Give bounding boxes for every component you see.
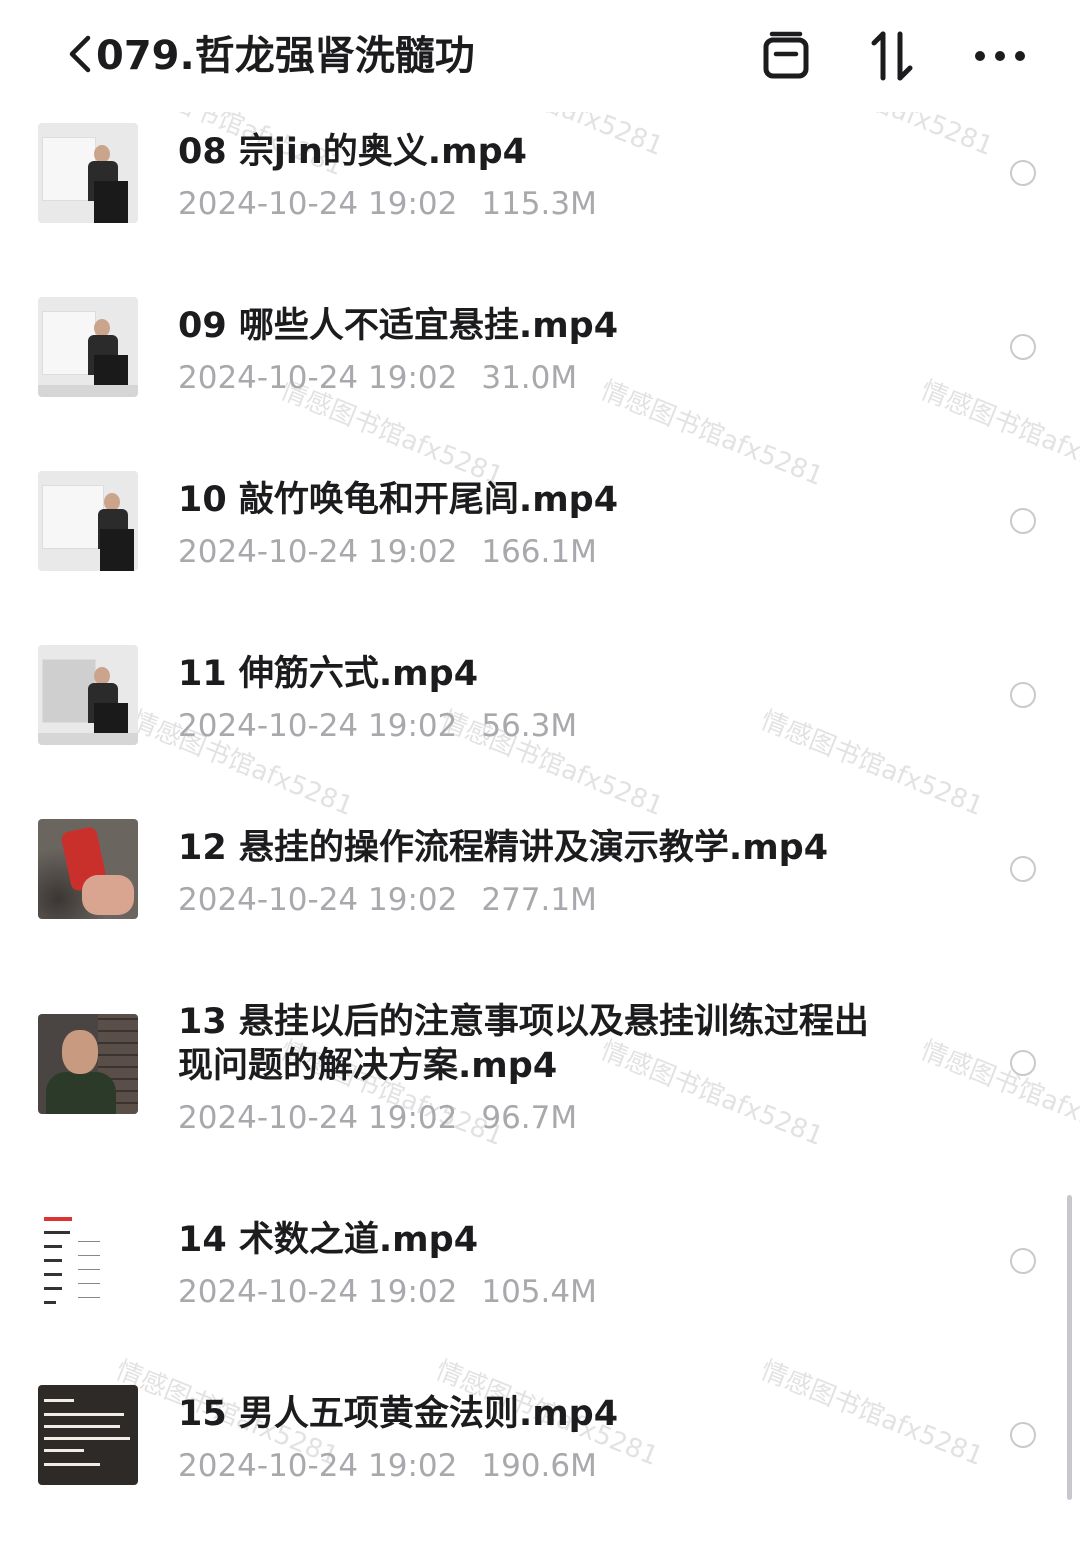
page-title: 079.哲龙强肾洗髓功 xyxy=(96,33,475,79)
list-item[interactable]: 08 宗jin的奥义.mp4 2024-10-24 19:02 115.3M xyxy=(0,112,1080,286)
more-dots-icon[interactable] xyxy=(970,26,1030,86)
video-thumbnail xyxy=(38,1014,138,1114)
file-size: 31.0M xyxy=(481,360,578,396)
video-thumbnail xyxy=(38,819,138,919)
select-radio[interactable] xyxy=(1010,682,1036,708)
file-size: 190.6M xyxy=(481,1448,597,1484)
file-meta: 2024-10-24 19:02 56.3M xyxy=(178,706,577,746)
select-radio[interactable] xyxy=(1010,1248,1036,1274)
file-name: 14 术数之道.mp4 xyxy=(178,1220,479,1260)
file-size: 105.4M xyxy=(481,1274,597,1310)
file-meta: 2024-10-24 19:02 115.3M xyxy=(178,184,597,224)
file-date: 2024-10-24 19:02 xyxy=(178,1448,458,1484)
file-meta: 2024-10-24 19:02 31.0M xyxy=(178,358,577,398)
file-date: 2024-10-24 19:02 xyxy=(178,186,458,222)
select-radio[interactable] xyxy=(1010,1422,1036,1448)
file-name: 13 悬挂以后的注意事项以及悬挂训练过程出现问题的解决方案.mp4 xyxy=(178,1002,869,1086)
list-item[interactable]: 12 悬挂的操作流程精讲及演示教学.mp4 2024-10-24 19:02 27… xyxy=(0,808,1080,982)
file-size: 277.1M xyxy=(481,882,597,918)
list-item[interactable]: 10 敲竹唤龟和开尾闾.mp4 2024-10-24 19:02 166.1M xyxy=(0,460,1080,634)
select-radio[interactable] xyxy=(1010,1050,1036,1076)
file-size: 115.3M xyxy=(481,186,597,222)
list-item[interactable]: 13 悬挂以后的注意事项以及悬挂训练过程出现问题的解决方案.mp4 2024-1… xyxy=(0,982,1080,1200)
file-date: 2024-10-24 19:02 xyxy=(178,882,458,918)
list-item[interactable]: 09 哪些人不适宜悬挂.mp4 2024-10-24 19:02 31.0M xyxy=(0,286,1080,460)
file-meta: 2024-10-24 19:02 190.6M xyxy=(178,1446,597,1486)
scrollbar[interactable] xyxy=(1067,1195,1072,1500)
video-thumbnail xyxy=(38,1385,138,1485)
file-date: 2024-10-24 19:02 xyxy=(178,360,458,396)
file-size: 96.7M xyxy=(481,1100,578,1136)
file-name: 09 哪些人不适宜悬挂.mp4 xyxy=(178,306,619,346)
list-item[interactable]: 11 伸筋六式.mp4 2024-10-24 19:02 56.3M xyxy=(0,634,1080,808)
file-date: 2024-10-24 19:02 xyxy=(178,708,458,744)
file-name: 08 宗jin的奥义.mp4 xyxy=(178,132,527,172)
select-radio[interactable] xyxy=(1010,856,1036,882)
video-thumbnail xyxy=(38,471,138,571)
file-name: 12 悬挂的操作流程精讲及演示教学.mp4 xyxy=(178,828,829,868)
file-size: 166.1M xyxy=(481,534,597,570)
select-radio[interactable] xyxy=(1010,508,1036,534)
list-item[interactable]: 14 术数之道.mp4 2024-10-24 19:02 105.4M xyxy=(0,1200,1080,1374)
video-thumbnail xyxy=(38,645,138,745)
file-date: 2024-10-24 19:02 xyxy=(178,1274,458,1310)
file-date: 2024-10-24 19:02 xyxy=(178,1100,458,1136)
file-meta: 2024-10-24 19:02 96.7M xyxy=(178,1098,577,1138)
file-meta: 2024-10-24 19:02 277.1M xyxy=(178,880,597,920)
select-box-icon[interactable] xyxy=(756,26,816,86)
file-name: 15 男人五项黄金法则.mp4 xyxy=(178,1394,619,1434)
select-radio[interactable] xyxy=(1010,334,1036,360)
sort-arrows-icon[interactable] xyxy=(862,26,922,86)
file-date: 2024-10-24 19:02 xyxy=(178,534,458,570)
file-name: 11 伸筋六式.mp4 xyxy=(178,654,479,694)
header-bar: 079.哲龙强肾洗髓功 xyxy=(0,0,1080,112)
video-thumbnail xyxy=(38,297,138,397)
file-name: 10 敲竹唤龟和开尾闾.mp4 xyxy=(178,480,619,520)
list-item[interactable]: 15 男人五项黄金法则.mp4 2024-10-24 19:02 190.6M xyxy=(0,1374,1080,1548)
select-radio[interactable] xyxy=(1010,160,1036,186)
video-thumbnail xyxy=(38,1211,138,1311)
chevron-left-icon[interactable] xyxy=(66,34,96,74)
file-meta: 2024-10-24 19:02 166.1M xyxy=(178,532,597,572)
file-meta: 2024-10-24 19:02 105.4M xyxy=(178,1272,597,1312)
video-thumbnail xyxy=(38,123,138,223)
file-size: 56.3M xyxy=(481,708,578,744)
